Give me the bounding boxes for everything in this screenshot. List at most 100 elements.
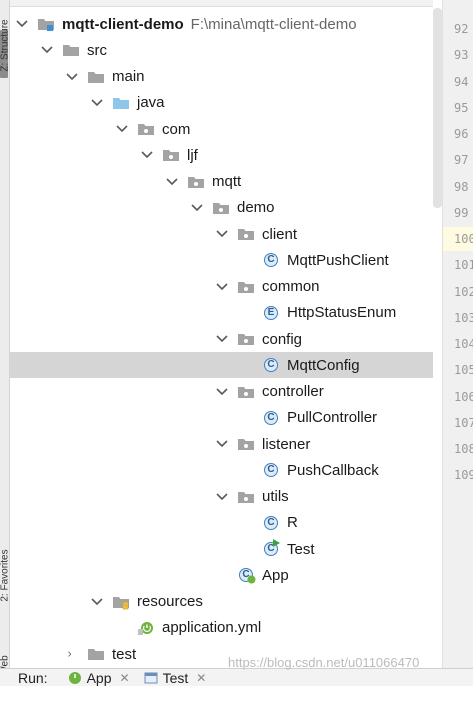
line-number: 109: [454, 468, 473, 483]
package-icon: [237, 436, 255, 452]
project-toolbar: [10, 0, 433, 7]
tree-node-config[interactable]: config: [10, 326, 433, 352]
tree-node-ljf[interactable]: ljf: [10, 142, 433, 168]
tree-node-label: common: [262, 278, 320, 295]
tree-node-demo[interactable]: demo: [10, 195, 433, 221]
chevron-right-icon[interactable]: [65, 647, 79, 661]
module-path: F:\mina\mqtt-client-demo: [190, 15, 357, 33]
editor-line-gutter: 92 93 94 95 96 97 98 99 100 101 102 103 104 105 106 107…: [442, 0, 473, 668]
chevron-down-icon[interactable]: [90, 595, 104, 609]
chevron-down-icon[interactable]: [215, 227, 229, 241]
line-number: 93: [454, 48, 469, 63]
tree-node-label: MqttConfig: [287, 356, 360, 374]
package-icon: [162, 147, 180, 163]
run-toolbar: Run: App ✕ Test ✕: [0, 668, 473, 686]
tree-node-label: HttpStatusEnum: [287, 304, 397, 322]
folder-icon: [87, 646, 105, 662]
close-icon[interactable]: ✕: [120, 671, 130, 685]
tree-node-pushcallback[interactable]: C PushCallback: [10, 457, 433, 483]
chevron-down-icon[interactable]: [215, 280, 229, 294]
chevron-down-icon[interactable]: [215, 437, 229, 451]
package-icon: [237, 384, 255, 400]
tree-node-label: controller: [262, 383, 324, 400]
run-tab-app[interactable]: App ✕: [68, 670, 130, 686]
chevron-down-icon[interactable]: [40, 43, 54, 57]
tree-node-label: Test: [287, 540, 315, 558]
tree-node-label: client: [262, 225, 298, 243]
tree-scrollbar[interactable]: [433, 8, 442, 208]
tree-node-label: resources: [137, 593, 203, 610]
favorites-tool-label[interactable]: 2: Favorites: [0, 541, 11, 611]
watermark-text: https://blog.csdn.net/u011066470: [228, 655, 420, 670]
line-number: 97: [454, 153, 469, 168]
chevron-down-icon[interactable]: [115, 122, 129, 136]
web-tool-label[interactable]: Web: [0, 631, 11, 701]
close-icon[interactable]: ✕: [196, 671, 206, 685]
line-number: 104: [454, 337, 473, 351]
chevron-down-icon[interactable]: [15, 17, 29, 31]
run-tab-label: App: [86, 669, 112, 686]
runnable-class-icon: C: [262, 539, 280, 557]
tree-node-main[interactable]: main: [10, 64, 433, 90]
run-tab-test[interactable]: Test ✕: [144, 670, 206, 686]
package-icon: [137, 121, 155, 137]
tree-node-client[interactable]: client: [10, 221, 433, 247]
line-number: 92: [454, 22, 469, 36]
chevron-down-icon[interactable]: [165, 175, 179, 189]
line-number: 95: [454, 100, 469, 115]
package-icon: [237, 489, 255, 505]
chevron-down-icon[interactable]: [215, 490, 229, 504]
tree-node-src[interactable]: src: [10, 37, 433, 63]
chevron-down-icon[interactable]: [215, 332, 229, 346]
tree-node-httpstatusenum[interactable]: E HttpStatusEnum: [10, 300, 433, 326]
folder-icon: [62, 42, 80, 58]
structure-tool-label[interactable]: Z: Structure: [0, 11, 11, 81]
chevron-down-icon[interactable]: [215, 385, 229, 399]
package-icon: [212, 200, 230, 216]
tree-node-label: test: [112, 645, 137, 663]
tree-node-pullcontroller[interactable]: C PullController: [10, 405, 433, 431]
chevron-down-icon[interactable]: [90, 96, 104, 110]
class-icon: C: [262, 515, 280, 531]
tree-node-controller[interactable]: controller: [10, 379, 433, 405]
line-number: 96: [454, 127, 469, 141]
tree-node-label: mqtt-client-demo: [62, 15, 184, 33]
run-label: Run:: [18, 669, 48, 686]
tree-node-com[interactable]: com: [10, 116, 433, 142]
package-icon: [187, 174, 205, 190]
chevron-down-icon[interactable]: [140, 148, 154, 162]
spring-boot-icon: [68, 671, 82, 685]
tree-node-application-yml[interactable]: application.yml: [10, 615, 433, 641]
module-folder-icon: [37, 16, 55, 32]
line-number: 105: [454, 363, 473, 378]
tree-node-mqtt-client-demo[interactable]: mqtt-client-demo F:\mina\mqtt-client-demo: [10, 11, 433, 37]
package-icon: [237, 226, 255, 242]
tree-node-label: main: [112, 68, 145, 85]
line-number: 108: [454, 442, 473, 456]
class-icon: C: [262, 410, 280, 426]
line-number: 94: [454, 74, 469, 89]
line-number: 103: [454, 310, 473, 325]
enum-icon: E: [262, 305, 280, 321]
tree-node-test[interactable]: C Test: [10, 536, 433, 562]
left-tool-window-strip: Z: Structure 2: Favorites Web: [0, 0, 11, 685]
class-icon: C: [262, 357, 280, 373]
tree-node-java[interactable]: java: [10, 90, 433, 116]
tree-node-resources[interactable]: resources: [10, 589, 433, 615]
chevron-down-icon[interactable]: [65, 70, 79, 84]
class-icon: C: [262, 462, 280, 478]
tree-node-listener[interactable]: listener: [10, 431, 433, 457]
line-number: 99: [454, 205, 469, 220]
line-number: 98: [454, 179, 469, 194]
tree-node-app[interactable]: C App: [10, 562, 433, 588]
tree-node-label: application.yml: [162, 619, 262, 637]
run-config-icon: [144, 671, 158, 685]
tree-node-r[interactable]: CR: [10, 510, 433, 536]
tree-node-mqttpushclient[interactable]: C MqttPushClient: [10, 247, 433, 273]
tree-node-label: demo: [237, 199, 275, 217]
tree-node-common[interactable]: common: [10, 274, 433, 300]
tree-node-mqttconfig[interactable]: C MqttConfig: [10, 352, 433, 379]
tree-node-utils[interactable]: utils: [10, 484, 433, 510]
chevron-down-icon[interactable]: [190, 201, 204, 215]
tree-node-mqtt[interactable]: mqtt: [10, 169, 433, 195]
